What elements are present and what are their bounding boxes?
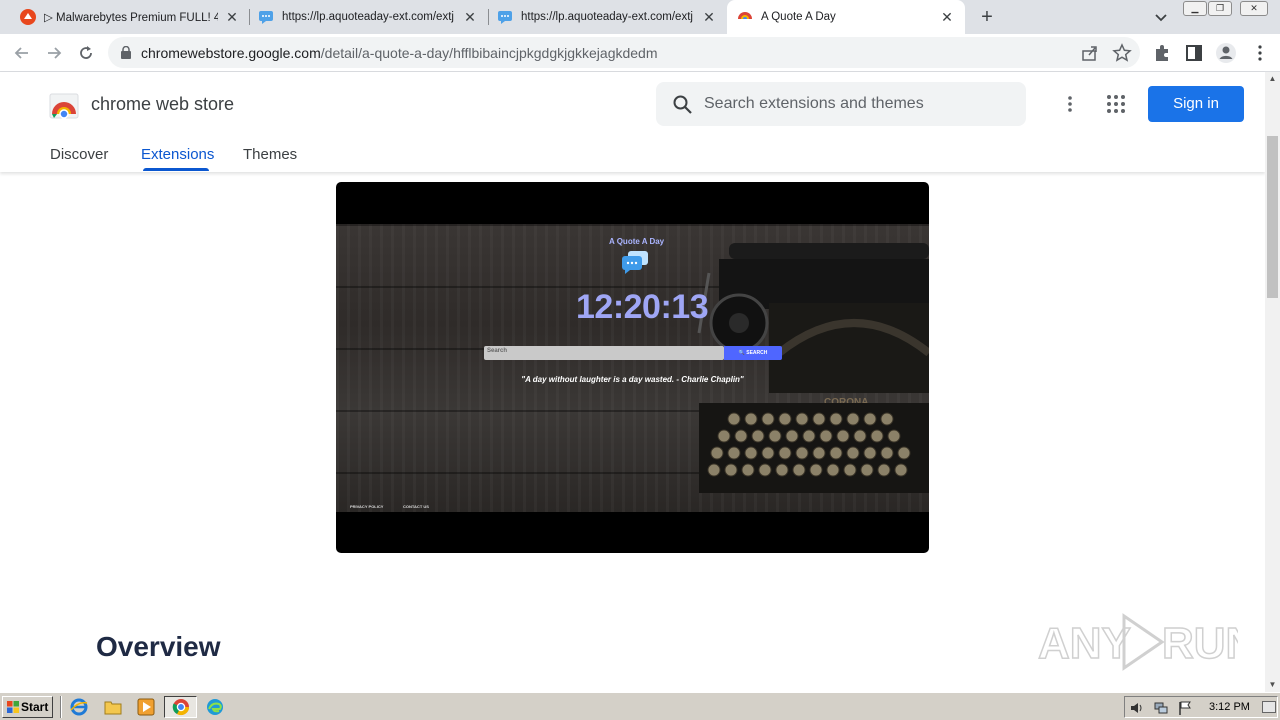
nav-themes[interactable]: Themes [243,146,297,163]
typewriter-image-icon: CORONA [697,243,929,493]
preview-quote: "A day without laughter is a day wasted.… [521,375,744,384]
preview-search-button: 🔍 SEARCH [724,346,782,360]
tab-title: ▷ Malwarebytes Premium FULL! 4.6. [44,12,218,24]
nav-discover[interactable]: Discover [50,146,108,163]
scroll-down-arrow-icon[interactable]: ▼ [1265,678,1280,692]
url-domain: chromewebstore.google.com [141,45,321,61]
tab-title: https://lp.aquoteaday-ext.com/extj [282,11,454,23]
taskbar-separator [60,696,62,718]
media-player-icon[interactable] [137,698,155,716]
taskbar-chrome-button[interactable] [164,696,197,718]
store-name[interactable]: chrome web store [91,94,234,115]
extensions-puzzle-icon[interactable] [1152,43,1172,63]
forward-arrow-icon[interactable] [43,42,65,64]
nav-extensions[interactable]: Extensions [141,146,214,163]
chat-bubble-favicon-icon [259,11,273,24]
url-text[interactable]: chromewebstore.google.com/detail/a-quote… [141,45,658,61]
sign-in-button[interactable]: Sign in [1148,86,1244,122]
system-tray: 3:12 PM [1124,696,1278,718]
tab-title: https://lp.aquoteaday-ext.com/extj [521,11,693,23]
preview-contact-link: CONTACT US [403,504,429,509]
preview-search-input: Search [484,346,724,360]
close-icon[interactable]: ✕ [224,9,240,25]
address-bar[interactable]: chromewebstore.google.com/detail/a-quote… [108,37,1140,68]
preview-clock: 12:20:13 [576,288,709,326]
edge-icon[interactable] [206,698,224,716]
bookmark-star-icon[interactable] [1112,43,1132,63]
windows-taskbar: Start 3:12 PM [0,692,1280,720]
page-scrollbar[interactable]: ▲ ▼ [1265,72,1280,692]
tab-aquoteaday-1[interactable]: https://lp.aquoteaday-ext.com/extj ✕ [250,0,486,34]
back-arrow-icon[interactable] [11,42,33,64]
chat-bubble-favicon-icon [498,11,512,24]
search-placeholder: Search extensions and themes [704,95,924,112]
reload-icon[interactable] [75,42,97,64]
chat-bubbles-icon [622,251,648,274]
tab-search-chevron-down-icon[interactable] [1152,8,1170,26]
close-icon[interactable]: ✕ [701,9,717,25]
more-options-icon[interactable] [1060,94,1080,114]
store-header: chrome web store Search extensions and t… [0,72,1265,172]
preview-app-title: A Quote A Day [609,237,665,246]
tab-aquoteaday-2[interactable]: https://lp.aquoteaday-ext.com/extj ✕ [489,0,725,34]
search-icon [673,95,692,114]
start-button[interactable]: Start [2,696,53,718]
google-apps-grid-icon[interactable] [1106,94,1126,114]
taskbar-clock[interactable]: 3:12 PM [1209,701,1250,713]
share-icon[interactable] [1080,43,1100,63]
active-tab-indicator [143,168,209,171]
action-center-flag-icon[interactable] [1177,700,1193,716]
restore-button[interactable]: ❐ [1208,1,1232,16]
extension-screenshot[interactable]: CORONA A Quote A Day 12:20:13 Search 🔍 S… [336,182,929,553]
tab-malwarebytes[interactable]: ▷ Malwarebytes Premium FULL! 4.6. ✕ [12,0,248,34]
scroll-up-arrow-icon[interactable]: ▲ [1265,72,1280,86]
volume-icon[interactable] [1129,700,1145,716]
close-icon[interactable]: ✕ [462,9,478,25]
screenshot-background: CORONA A Quote A Day 12:20:13 Search 🔍 S… [336,224,929,512]
internet-explorer-icon[interactable] [70,698,88,716]
malwarebytes-favicon-icon [20,9,36,25]
window-close-button[interactable]: ✕ [1240,1,1268,16]
url-path: /detail/a-quote-a-day/hfflbibaincjpkgdgk… [320,45,658,61]
network-icon[interactable] [1153,700,1169,716]
chrome-icon [172,699,190,716]
preview-search-placeholder: Search [487,348,508,354]
show-desktop-button[interactable] [1262,701,1276,713]
scroll-thumb[interactable] [1267,136,1278,298]
minimize-button[interactable]: ▁ [1183,1,1207,16]
store-search-input[interactable]: Search extensions and themes [656,82,1026,126]
chrome-web-store-logo-icon[interactable] [49,90,79,120]
file-explorer-folder-icon[interactable] [104,698,122,716]
svg-text:RUN: RUN [1162,619,1238,668]
profile-avatar-icon[interactable] [1215,42,1237,64]
side-panel-icon[interactable] [1184,43,1204,63]
tab-strip: ▷ Malwarebytes Premium FULL! 4.6. ✕ http… [0,0,1280,34]
browser-menu-kebab-icon[interactable] [1250,43,1270,63]
new-tab-button[interactable]: + [977,7,997,27]
close-icon[interactable]: ✕ [939,9,955,25]
windows-flag-icon [7,701,19,713]
tab-title: A Quote A Day [761,11,836,23]
anyrun-watermark-logo: ANY RUN [1038,613,1238,671]
browser-toolbar: chromewebstore.google.com/detail/a-quote… [0,34,1280,72]
lock-icon[interactable] [120,46,132,59]
svg-text:ANY: ANY [1038,619,1131,668]
start-label: Start [21,700,49,714]
overview-heading: Overview [96,631,221,662]
chrome-web-store-favicon-icon [738,12,752,19]
tab-a-quote-a-day[interactable]: A Quote A Day ✕ [727,0,965,34]
preview-privacy-link: PRIVACY POLICY [350,504,384,509]
